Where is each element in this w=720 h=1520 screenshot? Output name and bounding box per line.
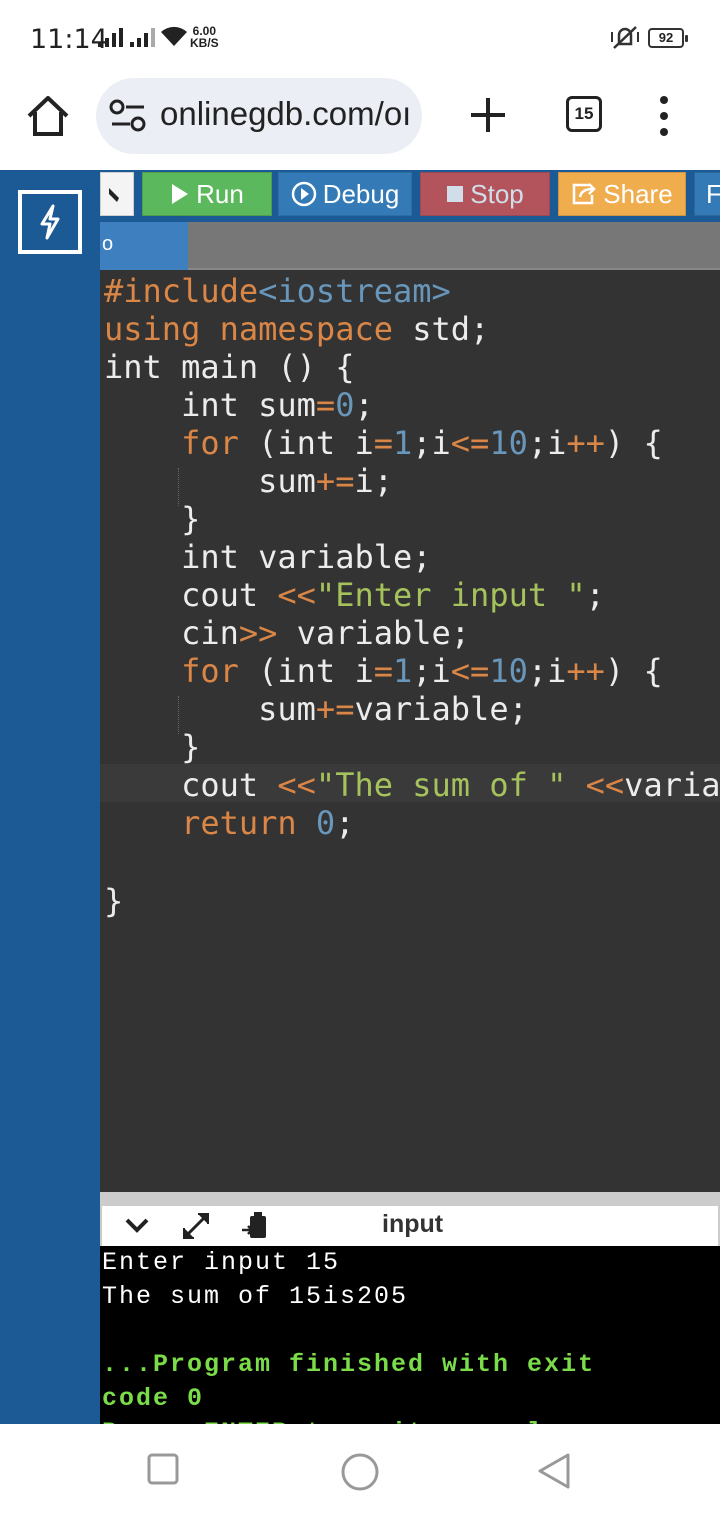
- code-line-13: }: [104, 728, 201, 766]
- battery-indicator: 92: [648, 28, 688, 48]
- code-line-2: using namespace std;: [104, 310, 490, 348]
- status-bar: 11:14 6.00 KB/S 92: [0, 0, 720, 78]
- debug-play-icon: [291, 181, 316, 207]
- tab-switcher-button[interactable]: 15: [566, 96, 602, 132]
- ide-toolbar: Run Debug Stop Share F: [100, 170, 720, 222]
- code-line-9: cout <<"Enter input ";: [104, 576, 605, 614]
- console-output[interactable]: Enter input 15 The sum of 15is205 ...Progr…: [100, 1246, 720, 1424]
- console-line-4: ...Program finished with exit: [102, 1350, 596, 1379]
- lightning-icon: [40, 204, 60, 240]
- system-nav-bar: [0, 1424, 720, 1520]
- expand-icon[interactable]: [180, 1210, 212, 1242]
- new-tab-icon[interactable]: [468, 92, 508, 138]
- debug-label: Debug: [322, 178, 400, 209]
- site-settings-icon[interactable]: [108, 98, 148, 134]
- vibrate-mute-icon: [611, 26, 639, 49]
- save-label: F: [706, 178, 720, 209]
- console-line-6: Press ENTER to exit console.: [102, 1416, 578, 1424]
- code-line-8: int variable;: [104, 538, 432, 576]
- code-line-15: return 0;: [181, 804, 355, 842]
- code-line-5: for (int i=1;i<=10;i++) {: [181, 424, 663, 462]
- sidebar: [0, 170, 100, 1424]
- bolt-button[interactable]: [18, 190, 82, 254]
- run-button[interactable]: Run: [142, 172, 272, 216]
- debug-button[interactable]: Debug: [278, 172, 412, 216]
- signal-icon-2: [130, 27, 155, 47]
- home-icon[interactable]: [24, 92, 72, 140]
- code-line-6: sum+=i;: [104, 462, 393, 500]
- stop-button[interactable]: Stop: [420, 172, 550, 216]
- console-line-5: code 0: [102, 1384, 205, 1413]
- stop-icon: [447, 186, 464, 202]
- toolbar-first-button[interactable]: [100, 172, 134, 216]
- url-text: onlinegdb.com/oı: [160, 95, 412, 132]
- code-editor[interactable]: #include<iostream> using namespace std; in…: [100, 270, 720, 1192]
- save-button[interactable]: F: [694, 172, 720, 216]
- tool-icon: [109, 188, 119, 202]
- code-line-11: for (int i=1;i<=10;i++) {: [181, 652, 663, 690]
- share-label: Share: [603, 178, 673, 209]
- stop-label: Stop: [470, 178, 524, 209]
- address-bar[interactable]: onlinegdb.com/oı: [96, 78, 422, 154]
- browser-menu-icon[interactable]: [654, 94, 674, 138]
- code-line-4: int sum=0;: [104, 386, 374, 424]
- output-panel-header: input: [100, 1192, 720, 1248]
- signal-icon: [98, 27, 123, 47]
- copy-output-icon[interactable]: [240, 1210, 270, 1242]
- onlinegdb-app: Run Debug Stop Share F o #include<iostre…: [0, 170, 720, 1424]
- code-line-17: }: [104, 882, 124, 920]
- code-line-14: cout <<"The sum of " <<varial: [104, 766, 720, 804]
- network-speed: 6.00 KB/S: [190, 24, 219, 50]
- output-toolbar: input: [102, 1206, 718, 1246]
- collapse-chevron-icon[interactable]: [122, 1210, 152, 1240]
- back-nav-icon[interactable]: [536, 1452, 572, 1490]
- file-tab-main[interactable]: o: [100, 222, 188, 270]
- recent-apps-icon[interactable]: [146, 1452, 180, 1486]
- play-icon: [172, 184, 189, 204]
- share-icon: [573, 183, 597, 205]
- share-button[interactable]: Share: [558, 172, 686, 216]
- code-line-3: int main () {: [104, 348, 355, 386]
- home-nav-icon[interactable]: [340, 1452, 380, 1492]
- wifi-icon: [161, 26, 187, 46]
- output-panel-title: input: [382, 1210, 444, 1238]
- code-line-7: }: [104, 500, 201, 538]
- code-line-1: #include<iostream>: [104, 272, 451, 310]
- file-tab-row: o: [100, 222, 720, 270]
- status-time: 11:14: [30, 24, 108, 55]
- run-label: Run: [196, 178, 244, 209]
- browser-toolbar: onlinegdb.com/oı 15: [0, 78, 720, 170]
- code-line-10: cin>> variable;: [104, 614, 471, 652]
- console-line-2: The sum of 15is205: [102, 1282, 409, 1311]
- console-line-1: Enter input 15: [102, 1248, 341, 1277]
- code-line-12: sum+=variable;: [104, 690, 528, 728]
